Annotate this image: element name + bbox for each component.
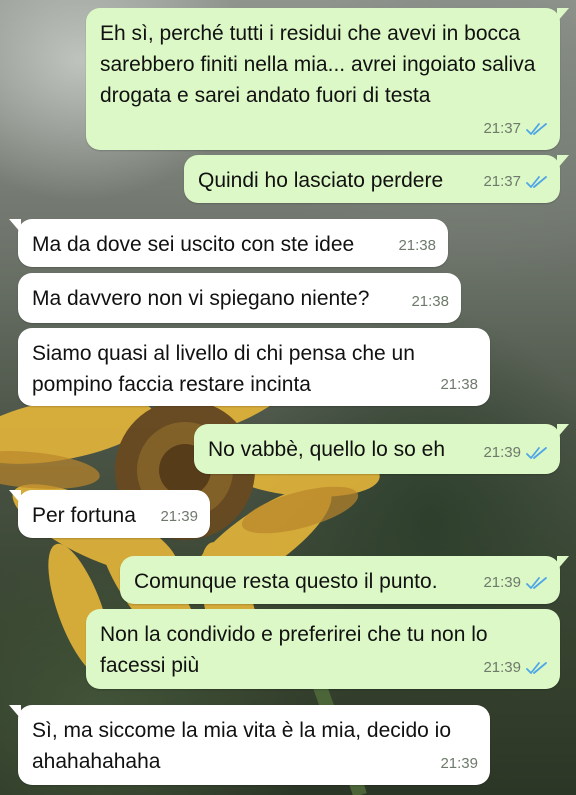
message-timestamp: 21:37 xyxy=(483,173,521,190)
incoming-message-bubble[interactable]: Siamo quasi al livello di chi pensa che … xyxy=(18,328,490,406)
incoming-message-bubble[interactable]: Sì, ma siccome la mia vita è la mia, dec… xyxy=(9,705,490,785)
message-timestamp: 21:38 xyxy=(411,293,449,310)
read-receipt-double-check-icon xyxy=(526,661,547,674)
message-timestamp: 21:39 xyxy=(160,508,198,525)
read-receipt-double-check-icon xyxy=(526,175,547,188)
message-meta: 21:39 xyxy=(440,748,478,779)
incoming-message-bubble[interactable]: Ma davvero non vi spiegano niente? 21:38 xyxy=(18,273,461,323)
message-timestamp: 21:38 xyxy=(398,237,436,254)
outgoing-message-bubble[interactable]: Comunque resta questo il punto. 21:39 xyxy=(120,556,569,604)
message-timestamp: 21:39 xyxy=(440,755,478,772)
message-meta: 21:39 xyxy=(483,437,548,468)
message-text: Siamo quasi al livello di chi pensa che … xyxy=(32,342,415,396)
message-meta: 21:38 xyxy=(398,230,436,261)
message-timestamp: 21:37 xyxy=(483,120,521,137)
read-receipt-double-check-icon xyxy=(526,122,547,135)
read-receipt-double-check-icon xyxy=(526,576,547,589)
incoming-message-bubble[interactable]: Ma da dove sei uscito con ste idee 21:38 xyxy=(9,219,448,267)
message-text: Eh sì, perché tutti i residui che avevi … xyxy=(100,22,536,107)
message-timestamp: 21:39 xyxy=(483,444,521,461)
outgoing-message-bubble[interactable]: No vabbè, quello lo so eh 21:39 xyxy=(194,424,569,474)
message-text: Ma davvero non vi spiegano niente? xyxy=(32,287,370,310)
message-text: Non la condivido e preferirei che tu non… xyxy=(100,623,488,677)
message-meta: 21:38 xyxy=(440,369,478,400)
message-meta: 21:39 xyxy=(483,652,548,683)
message-meta: 21:37 xyxy=(483,113,548,144)
message-text: Sì, ma siccome la mia vita è la mia, dec… xyxy=(32,719,451,773)
message-meta: 21:37 xyxy=(483,166,548,197)
message-text: Ma da dove sei uscito con ste idee xyxy=(32,233,355,256)
message-timestamp: 21:39 xyxy=(483,574,521,591)
message-meta: 21:38 xyxy=(411,286,449,317)
message-meta: 21:39 xyxy=(483,567,548,598)
outgoing-message-bubble[interactable]: Non la condivido e preferirei che tu non… xyxy=(86,609,560,689)
message-timestamp: 21:38 xyxy=(440,376,478,393)
message-timestamp: 21:39 xyxy=(483,659,521,676)
outgoing-message-bubble[interactable]: Eh sì, perché tutti i residui che avevi … xyxy=(86,8,569,150)
outgoing-message-bubble[interactable]: Quindi ho lasciato perdere 21:37 xyxy=(184,155,569,203)
incoming-message-bubble[interactable]: Per fortuna 21:39 xyxy=(9,490,210,538)
read-receipt-double-check-icon xyxy=(526,446,547,459)
message-meta: 21:39 xyxy=(160,501,198,532)
